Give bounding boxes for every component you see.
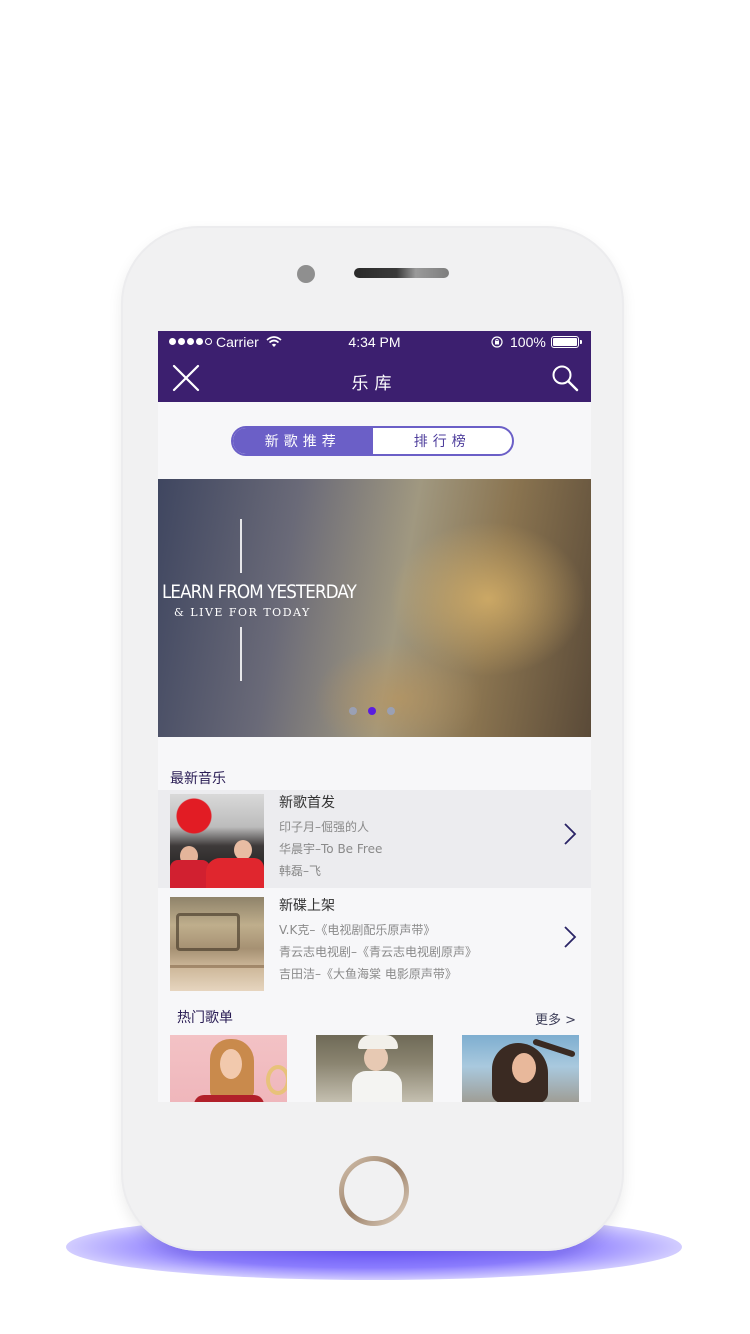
list-item-line: 华晨宇–To Be Free	[279, 842, 383, 856]
section-title-latest-music: 最新音乐	[170, 771, 226, 787]
banner-headline: LEARN FROM YESTERDAY	[162, 581, 357, 603]
promo-banner[interactable]: LEARN FROM YESTERDAY & LIVE FOR TODAY	[158, 479, 591, 737]
app-screen: Carrier 4:34 PM 100% 乐库 新歌推荐 排行榜 LEARN F…	[158, 331, 591, 1102]
playlist-card[interactable]	[462, 1035, 579, 1102]
new-albums-thumbnail	[170, 897, 264, 991]
list-item-line: 青云志电视剧–《青云志电视剧原声》	[279, 945, 478, 959]
front-camera	[297, 265, 315, 283]
page-title: 乐库	[351, 374, 398, 394]
pager-dot-active[interactable]	[368, 707, 376, 715]
earpiece-speaker	[354, 268, 449, 278]
banner-subline: & LIVE FOR TODAY	[174, 606, 311, 619]
more-link[interactable]: 更多 >	[535, 1009, 576, 1028]
segmented-control: 新歌推荐 排行榜	[231, 426, 514, 456]
pager-dot[interactable]	[349, 707, 357, 715]
list-item-new-releases[interactable]: 新歌首发 印子月–倔强的人 华晨宇–To Be Free 韩磊–飞	[158, 790, 591, 888]
banner-pager	[349, 707, 395, 715]
chevron-right-icon	[564, 926, 577, 948]
banner-divider-bottom	[240, 627, 242, 681]
search-icon[interactable]	[551, 364, 579, 392]
orientation-lock-icon	[491, 336, 503, 348]
app-header: Carrier 4:34 PM 100% 乐库	[158, 331, 591, 402]
pager-dot[interactable]	[387, 707, 395, 715]
list-item-line: V.K克–《电视剧配乐原声带》	[279, 923, 436, 937]
tab-charts[interactable]: 排行榜	[373, 428, 513, 454]
list-item-line: 韩磊–飞	[279, 864, 322, 878]
list-item-line: 吉田洁–《大鱼海棠 电影原声带》	[279, 967, 457, 981]
list-item-title: 新碟上架	[279, 898, 335, 914]
section-title-hot-playlists: 热门歌单	[177, 1010, 233, 1026]
playlist-card[interactable]	[316, 1035, 433, 1102]
list-item-line: 印子月–倔强的人	[279, 820, 370, 834]
list-item-new-albums[interactable]: 新碟上架 V.K克–《电视剧配乐原声带》 青云志电视剧–《青云志电视剧原声》 吉…	[158, 893, 591, 991]
list-item-title: 新歌首发	[279, 795, 335, 811]
battery-percent: 100%	[510, 334, 546, 350]
playlist-card[interactable]	[170, 1035, 287, 1102]
tab-new-songs[interactable]: 新歌推荐	[233, 428, 373, 454]
status-bar: Carrier 4:34 PM 100%	[158, 331, 591, 353]
new-releases-thumbnail	[170, 794, 264, 888]
home-button[interactable]	[339, 1156, 409, 1226]
battery-icon	[551, 336, 582, 348]
chevron-right-icon	[564, 823, 577, 845]
banner-divider-top	[240, 519, 242, 573]
mockup-stage: Carrier 4:34 PM 100% 乐库 新歌推荐 排行榜 LEARN F…	[0, 0, 750, 1334]
